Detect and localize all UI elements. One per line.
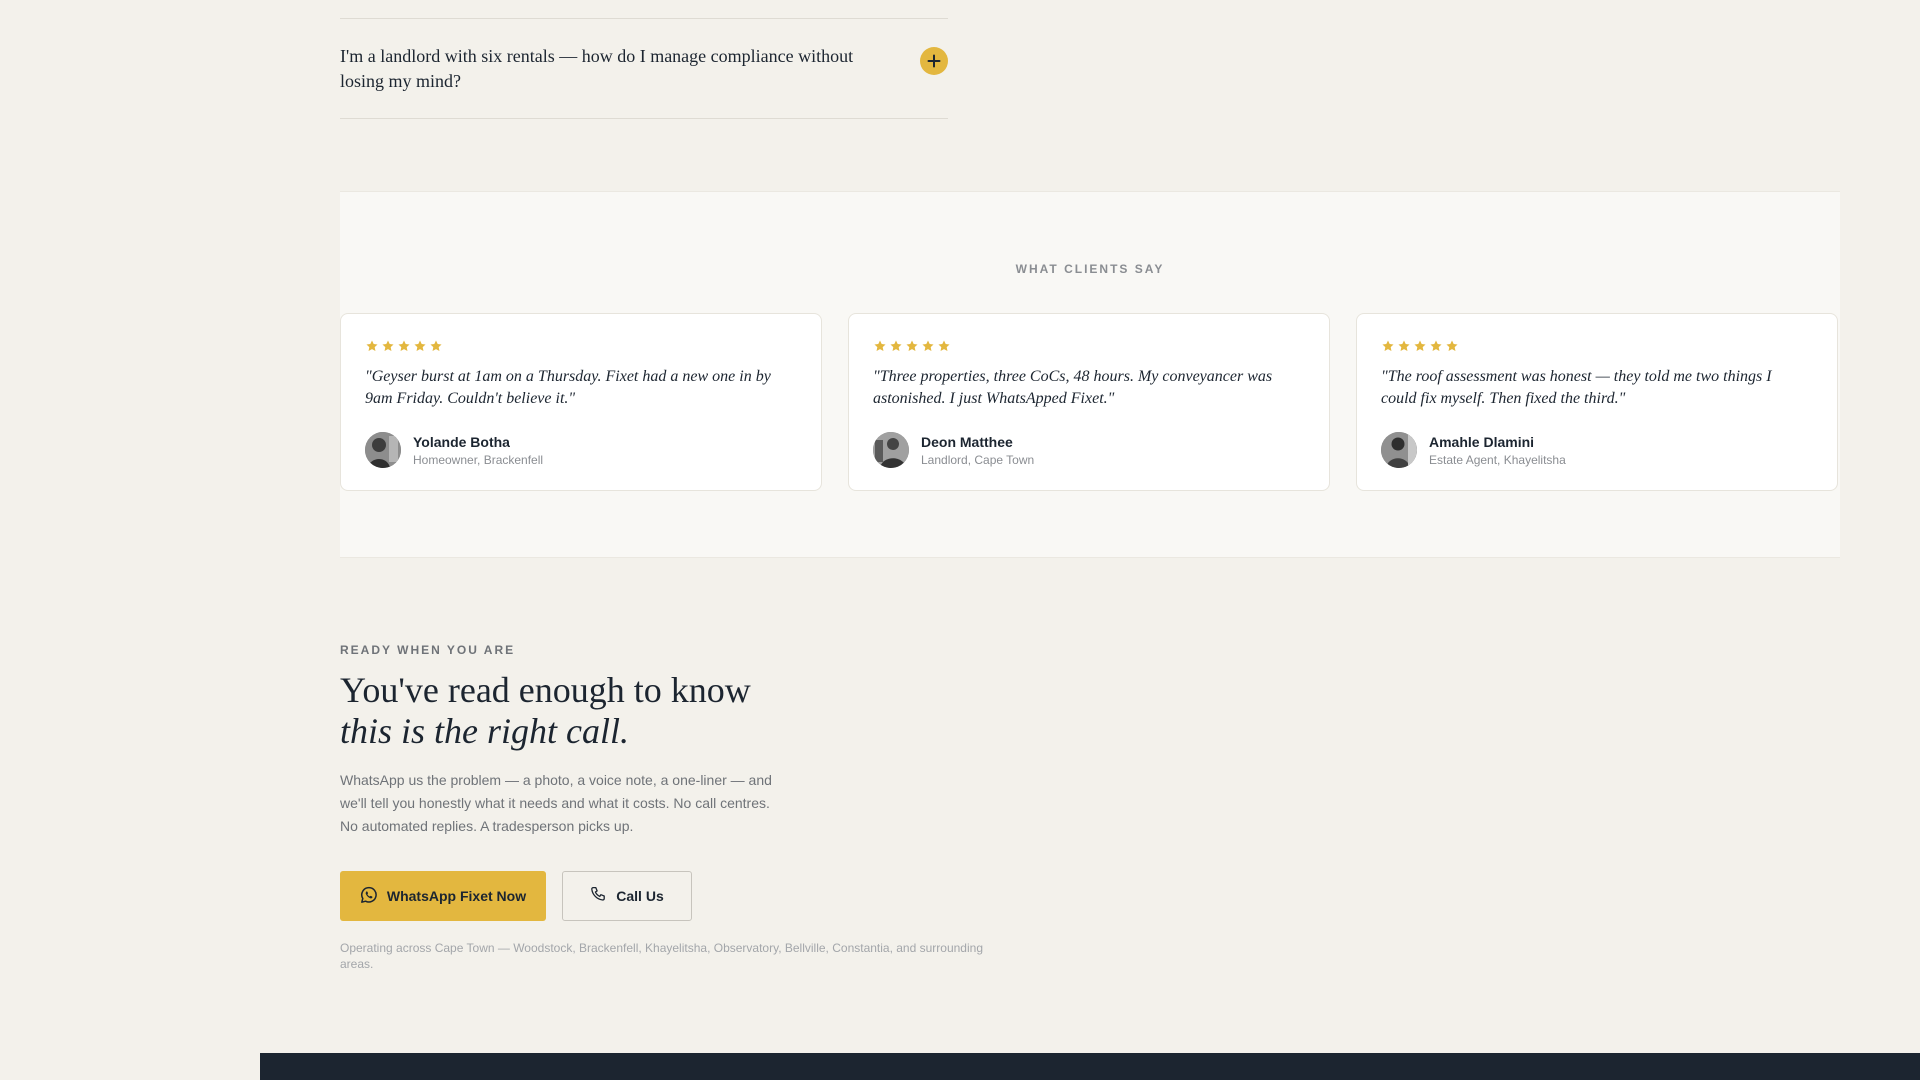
faq-item[interactable]: I'm a landlord with six rentals — how do… (340, 44, 948, 118)
cta-heading-line1: You've read enough to know (340, 670, 751, 710)
star-icon (938, 340, 950, 352)
phone-icon (590, 886, 607, 906)
testimonial-card: "Three properties, three CoCs, 48 hours.… (848, 313, 1330, 491)
testimonial-quote: "Geyser burst at 1am on a Thursday. Fixe… (365, 368, 771, 407)
whatsapp-icon (360, 886, 378, 907)
avatar (1381, 432, 1417, 468)
testimonials-eyebrow: WHAT CLIENTS SAY (1015, 262, 1165, 276)
star-rating (365, 339, 443, 353)
star-icon (398, 340, 410, 352)
testimonials-section: WHAT CLIENTS SAY "Geyser burst at 1am on… (340, 191, 1840, 558)
client-name: Amahle Dlamini (1429, 434, 1535, 450)
star-icon (874, 340, 886, 352)
star-rating (1381, 339, 1459, 353)
cta-heading: You've read enough to know this is the r… (340, 670, 751, 752)
testimonial-card: "Geyser burst at 1am on a Thursday. Fixe… (340, 313, 822, 491)
star-icon (1446, 340, 1458, 352)
call-button[interactable]: Call Us (562, 871, 692, 921)
client-role: Homeowner, Brackenfell (413, 453, 544, 467)
star-icon (430, 340, 442, 352)
star-icon (366, 340, 378, 352)
star-icon (1414, 340, 1426, 352)
avatar (873, 432, 909, 468)
star-icon (890, 340, 902, 352)
avatar (365, 432, 401, 468)
testimonial-card: "The roof assessment was honest — they t… (1356, 313, 1838, 491)
client-name: Deon Matthee (921, 434, 1013, 450)
star-icon (1430, 340, 1442, 352)
star-icon (922, 340, 934, 352)
star-icon (906, 340, 918, 352)
star-icon (1398, 340, 1410, 352)
cta-description: WhatsApp us the problem — a photo, a voi… (340, 772, 772, 834)
whatsapp-button[interactable]: WhatsApp Fixet Now (340, 871, 546, 921)
star-rating (873, 339, 951, 353)
testimonial-quote: "The roof assessment was honest — they t… (1381, 368, 1772, 407)
client-role: Estate Agent, Khayelitsha (1429, 453, 1566, 467)
star-icon (382, 340, 394, 352)
star-icon (414, 340, 426, 352)
call-button-label: Call Us (616, 888, 664, 904)
testimonial-quote: "Three properties, three CoCs, 48 hours.… (873, 368, 1273, 407)
service-area-note: Operating across Cape Town — Woodstock, … (340, 941, 983, 971)
footer (260, 1053, 1920, 1080)
faq-divider-bottom (340, 118, 948, 119)
client-role: Landlord, Cape Town (921, 453, 1035, 467)
whatsapp-button-label: WhatsApp Fixet Now (386, 888, 527, 904)
faq-question[interactable]: I'm a landlord with six rentals — how do… (340, 44, 900, 94)
cta-heading-line2: this is the right call. (340, 711, 630, 751)
client-name: Yolande Botha (413, 434, 510, 450)
cta-eyebrow: READY WHEN YOU ARE (340, 643, 516, 657)
star-icon (1382, 340, 1394, 352)
plus-icon[interactable] (920, 47, 948, 75)
faq-divider-top (340, 18, 948, 19)
